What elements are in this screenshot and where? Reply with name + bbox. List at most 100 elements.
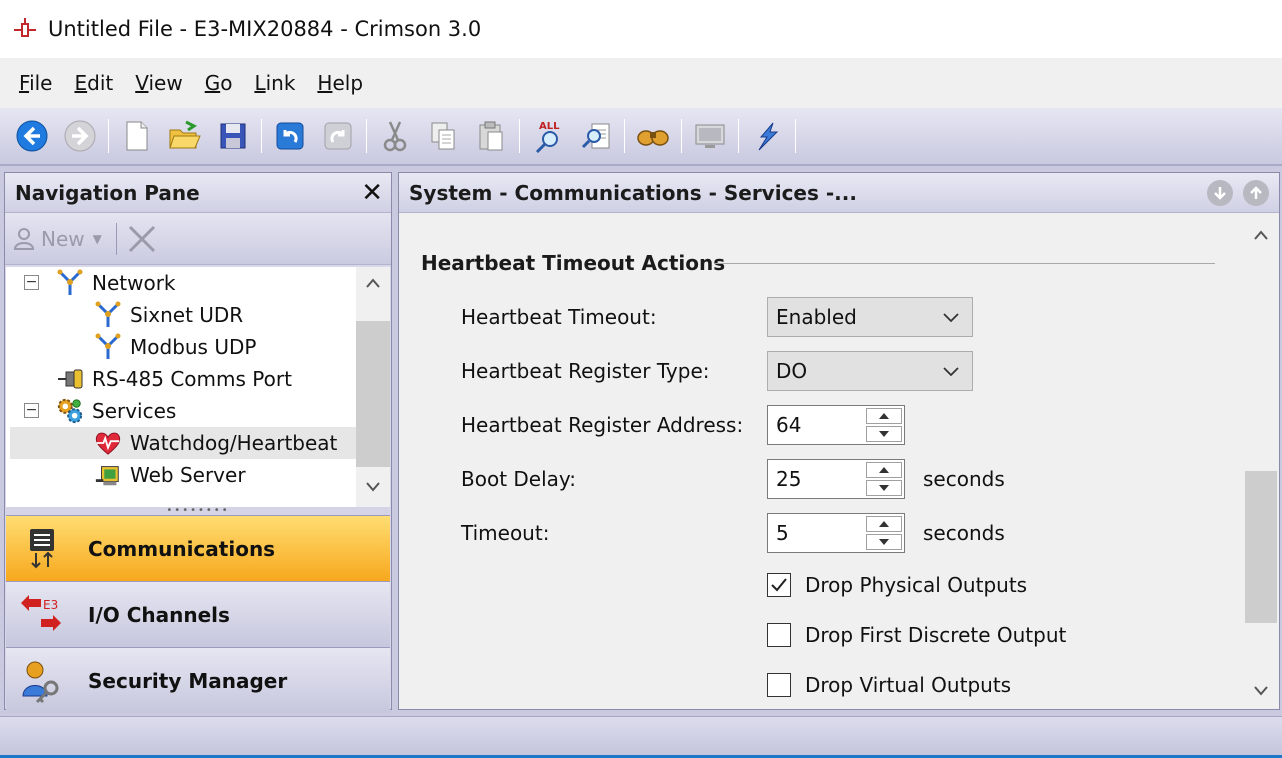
content-scrollbar[interactable] bbox=[1243, 213, 1279, 709]
menu-link[interactable]: Link bbox=[243, 71, 306, 95]
toolbar-separator bbox=[681, 119, 682, 153]
timeout-label: Timeout: bbox=[461, 521, 550, 545]
register-address-label: Heartbeat Register Address: bbox=[461, 413, 744, 437]
collapse-icon[interactable]: − bbox=[24, 275, 39, 290]
timeout-input[interactable]: 5 bbox=[767, 513, 905, 553]
checkbox-box[interactable] bbox=[767, 623, 791, 647]
redo-button[interactable] bbox=[319, 117, 357, 155]
tree-item-label: Watchdog/Heartbeat bbox=[130, 431, 338, 455]
category-label: I/O Channels bbox=[88, 602, 230, 627]
input-value: 64 bbox=[776, 413, 802, 437]
heartbeat-timeout-select[interactable]: Enabled bbox=[767, 297, 973, 337]
scrollbar-thumb[interactable] bbox=[1245, 471, 1277, 623]
content-body: Heartbeat Timeout Actions Heartbeat Time… bbox=[399, 213, 1279, 709]
menu-edit[interactable]: Edit bbox=[63, 71, 124, 95]
scroll-down-icon[interactable] bbox=[1243, 679, 1279, 703]
menu-view[interactable]: View bbox=[124, 71, 193, 95]
spin-up-icon bbox=[879, 521, 889, 527]
menu-go[interactable]: Go bbox=[194, 71, 244, 95]
tree-item-rs485-port[interactable]: RS-485 Comms Port bbox=[16, 363, 356, 395]
delete-x-icon[interactable] bbox=[127, 224, 157, 254]
close-icon[interactable]: ✕ bbox=[361, 180, 383, 206]
new-item-button[interactable]: New ▼ bbox=[13, 227, 102, 251]
category-label: Communications bbox=[88, 536, 276, 561]
find-button[interactable] bbox=[577, 117, 615, 155]
register-type-select[interactable]: DO bbox=[767, 351, 973, 391]
spin-up-button[interactable] bbox=[866, 516, 902, 532]
link-button[interactable] bbox=[748, 117, 786, 155]
checkbox-label: Drop First Discrete Output bbox=[805, 623, 1067, 647]
tree-item-label: RS-485 Comms Port bbox=[92, 367, 292, 391]
open-file-button[interactable] bbox=[166, 117, 204, 155]
spin-down-icon bbox=[879, 431, 889, 437]
paste-icon bbox=[479, 121, 503, 151]
scrollbar-thumb[interactable] bbox=[356, 321, 390, 467]
toolbar-separator bbox=[261, 119, 262, 153]
tree-item-label: Web Server bbox=[130, 463, 246, 487]
menu-file[interactable]: File bbox=[8, 71, 63, 95]
checkbox-box[interactable] bbox=[767, 673, 791, 697]
tree-item-watchdog-heartbeat[interactable]: Watchdog/Heartbeat bbox=[10, 427, 356, 459]
io-channels-icon: E3 bbox=[18, 591, 66, 639]
tree-item-network[interactable]: − Network bbox=[16, 267, 356, 299]
back-button[interactable] bbox=[13, 117, 51, 155]
tree-item-modbus-udp[interactable]: Modbus UDP bbox=[16, 331, 356, 363]
checkbox-drop-physical-outputs[interactable]: Drop Physical Outputs bbox=[767, 573, 1027, 597]
new-item-label: New bbox=[41, 226, 85, 251]
collapse-icon[interactable]: − bbox=[24, 403, 39, 418]
category-security-manager[interactable]: Security Manager bbox=[6, 647, 390, 713]
new-user-icon bbox=[13, 227, 35, 250]
paste-button[interactable] bbox=[472, 117, 510, 155]
checkbox-drop-virtual-outputs[interactable]: Drop Virtual Outputs bbox=[767, 673, 1011, 697]
toolbar-separator bbox=[519, 119, 520, 153]
checkbox-box[interactable] bbox=[767, 573, 791, 597]
devices-button[interactable] bbox=[634, 117, 672, 155]
navigate-down-button[interactable] bbox=[1207, 180, 1233, 206]
spin-up-button[interactable] bbox=[866, 462, 902, 478]
monitor-icon bbox=[695, 124, 725, 148]
category-communications[interactable]: Communications bbox=[6, 515, 390, 581]
scroll-up-icon[interactable] bbox=[1243, 223, 1279, 247]
menu-help[interactable]: Help bbox=[306, 71, 374, 95]
network-icon bbox=[94, 333, 122, 361]
open-folder-icon bbox=[169, 120, 201, 149]
toolbar-separator bbox=[108, 119, 109, 153]
menu-bar: File Edit View Go Link Help bbox=[0, 58, 1282, 108]
tree-item-services[interactable]: − Services bbox=[16, 395, 356, 427]
register-address-input[interactable]: 64 bbox=[767, 405, 905, 445]
undo-button[interactable] bbox=[271, 117, 309, 155]
copy-button[interactable] bbox=[424, 117, 462, 155]
network-icon bbox=[94, 301, 122, 329]
navigate-up-button[interactable] bbox=[1243, 180, 1269, 206]
spin-down-button[interactable] bbox=[866, 534, 902, 550]
new-file-icon bbox=[126, 121, 148, 151]
toolbar-separator bbox=[624, 119, 625, 153]
navigation-toolbar: New ▼ bbox=[5, 213, 391, 265]
toolbar-separator bbox=[366, 119, 367, 153]
tree-item-label: Services bbox=[92, 399, 177, 423]
save-disk-icon bbox=[220, 123, 246, 149]
display-button[interactable] bbox=[691, 117, 729, 155]
boot-delay-input[interactable]: 25 bbox=[767, 459, 905, 499]
new-file-button[interactable] bbox=[118, 117, 156, 155]
cut-button[interactable] bbox=[376, 117, 414, 155]
tree-scrollbar[interactable] bbox=[356, 267, 390, 507]
save-button[interactable] bbox=[214, 117, 252, 155]
tree-item-web-server[interactable]: Web Server bbox=[16, 459, 356, 491]
chevron-down-icon bbox=[943, 313, 959, 323]
scroll-up-icon[interactable] bbox=[356, 271, 390, 295]
checkbox-drop-first-discrete-output[interactable]: Drop First Discrete Output bbox=[767, 623, 1066, 647]
web-server-icon bbox=[94, 461, 122, 489]
spin-up-button[interactable] bbox=[866, 408, 902, 424]
pane-splitter[interactable]: •••••••• bbox=[6, 506, 390, 516]
category-io-channels[interactable]: E3 I/O Channels bbox=[6, 581, 390, 647]
scroll-down-icon[interactable] bbox=[356, 475, 390, 499]
spin-down-button[interactable] bbox=[866, 480, 902, 496]
tree-item-sixnet-udr[interactable]: Sixnet UDR bbox=[16, 299, 356, 331]
navigation-pane: Navigation Pane ✕ New ▼ − Network Sixnet… bbox=[4, 172, 392, 713]
find-all-button[interactable]: ALL bbox=[529, 117, 567, 155]
spin-down-button[interactable] bbox=[866, 426, 902, 442]
svg-text:E3: E3 bbox=[43, 598, 58, 612]
window-title: Untitled File - E3-MIX20884 - Crimson 3.… bbox=[48, 17, 482, 41]
forward-button[interactable] bbox=[61, 117, 99, 155]
